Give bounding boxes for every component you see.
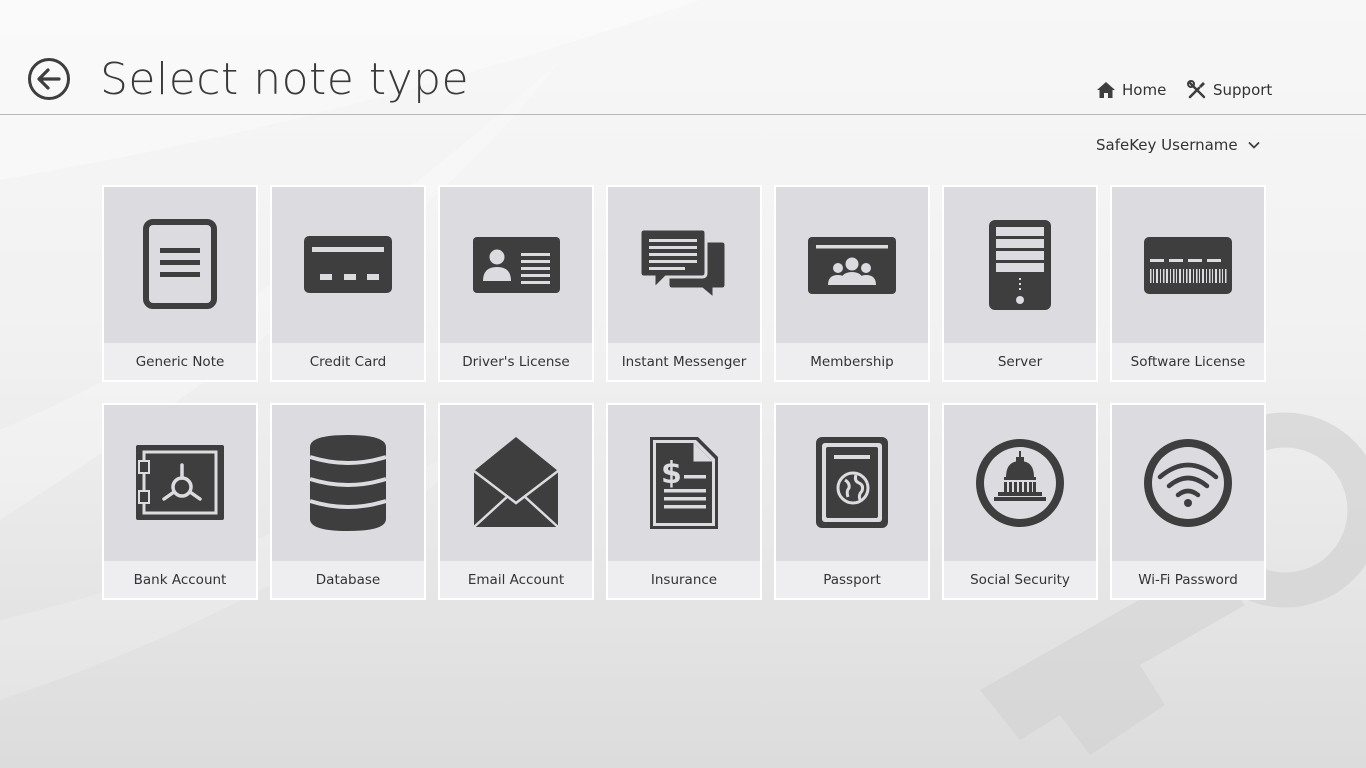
server-icon [989,220,1051,310]
back-button[interactable] [27,57,71,101]
tile-label: Email Account [440,561,592,598]
credit-card-icon [304,236,392,293]
tile-label: Wi-Fi Password [1112,561,1264,598]
tile-instant-messenger[interactable]: Instant Messenger [606,185,762,382]
tile-drivers-license[interactable]: Driver's License [438,185,594,382]
home-icon [1097,82,1115,98]
svg-text:$: $ [661,456,682,491]
tile-social-security[interactable]: Social Security [942,403,1098,600]
passport-icon [816,437,888,528]
username-label: SafeKey Username [1096,136,1238,154]
tile-passport[interactable]: Passport [774,403,930,600]
chevron-down-icon [1248,141,1260,149]
home-link-label: Home [1122,81,1167,99]
tile-insurance[interactable]: $ Insurance [606,403,762,600]
back-arrow-icon [28,58,70,100]
tile-database[interactable]: Database [270,403,426,600]
home-link[interactable]: Home [1096,78,1166,102]
tile-label: Passport [776,561,928,598]
tile-server[interactable]: Server [942,185,1098,382]
tile-label: Generic Note [104,343,256,380]
tile-label: Software License [1112,343,1264,380]
tools-icon [1187,80,1206,99]
tile-wifi-password[interactable]: Wi-Fi Password [1110,403,1266,600]
tile-email-account[interactable]: Email Account [438,403,594,600]
tile-credit-card[interactable]: Credit Card [270,185,426,382]
capitol-icon [976,439,1064,527]
group-card-icon [808,237,896,294]
barcode-card-icon [1144,237,1232,294]
tile-label: Membership [776,343,928,380]
wifi-icon [1144,439,1232,527]
tile-label: Driver's License [440,343,592,380]
envelope-icon [473,437,559,528]
safe-icon [136,445,224,520]
tile-membership[interactable]: Membership [774,185,930,382]
support-link[interactable]: Support [1187,78,1272,102]
header-bar: Select note type Home Support [0,0,1366,115]
dollar-document-icon: $ [650,437,718,529]
support-link-label: Support [1213,81,1273,99]
tile-label: Social Security [944,561,1096,598]
page-title: Select note type [100,54,470,105]
user-dropdown[interactable]: SafeKey Username [1096,134,1260,156]
database-icon [309,435,387,531]
tile-software-license[interactable]: Software License [1110,185,1266,382]
tile-label: Instant Messenger [608,343,760,380]
tile-label: Credit Card [272,343,424,380]
tile-label: Insurance [608,561,760,598]
tile-label: Server [944,343,1096,380]
tile-label: Bank Account [104,561,256,598]
tile-generic-note[interactable]: Generic Note [102,185,258,382]
tile-label: Database [272,561,424,598]
note-type-grid: Generic Note Credit Card Driver's Licens… [102,185,1266,600]
document-icon [143,219,217,309]
id-card-icon [473,237,560,293]
tile-bank-account[interactable]: Bank Account [102,403,258,600]
chat-bubbles-icon [638,227,728,303]
